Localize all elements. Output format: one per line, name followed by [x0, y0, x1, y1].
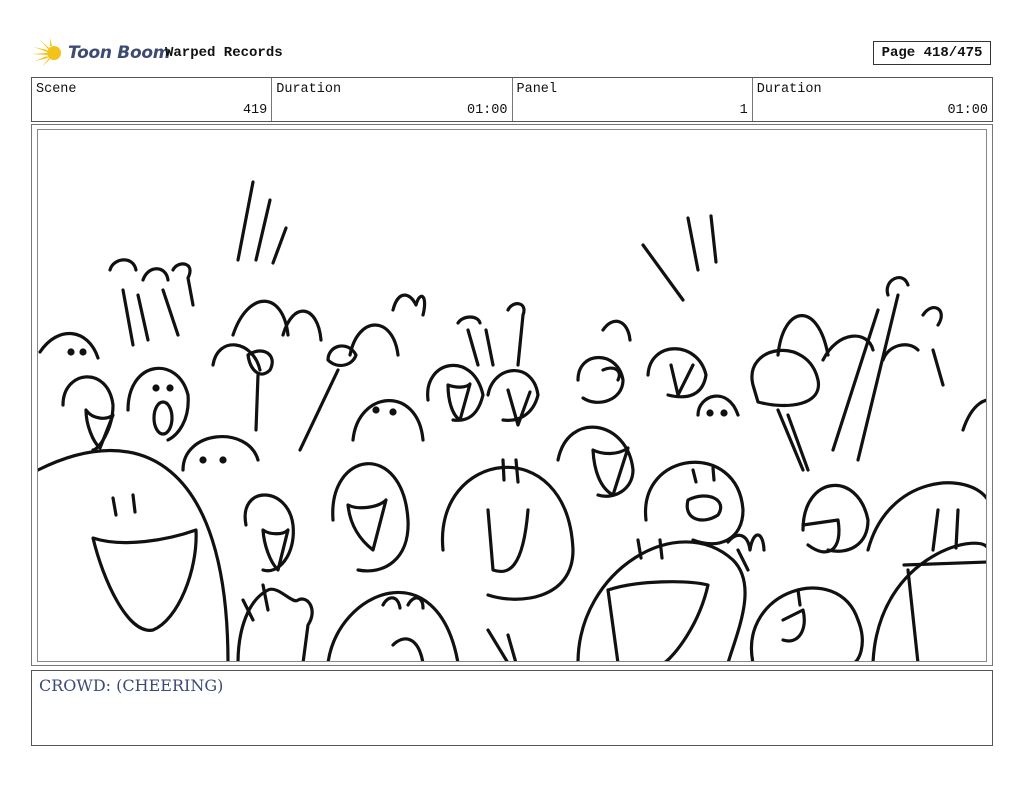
page-indicator: Page 418/475 — [873, 41, 991, 65]
panel-label: Panel — [516, 82, 558, 97]
scene-info-bar: Scene 419 Duration 01:00 Panel 1 Duratio… — [31, 77, 993, 122]
scene-value: 419 — [242, 103, 268, 118]
scene-duration-cell: Duration 01:00 — [272, 78, 513, 121]
scene-cell: Scene 419 — [32, 78, 273, 121]
dialogue-text: CROWD: (CHEERING) — [39, 676, 224, 695]
panel-cell: Panel 1 — [513, 78, 753, 121]
dialogue-box: CROWD: (CHEERING) — [31, 670, 993, 746]
logo-text: Toon Boom — [68, 43, 171, 63]
scene-duration-value: 01:00 — [466, 103, 508, 118]
panel-image — [37, 129, 987, 662]
panel-duration-cell: Duration 01:00 — [753, 78, 992, 121]
sunburst-logo-icon — [32, 38, 61, 67]
scene-label: Scene — [36, 82, 77, 97]
project-title: Warped Records — [165, 45, 283, 61]
panel-duration-label: Duration — [756, 82, 822, 97]
panel-value: 1 — [739, 103, 748, 118]
scene-duration-label: Duration — [276, 82, 342, 97]
panel-duration-value: 01:00 — [947, 103, 988, 118]
crowd-cheering-sketch — [38, 180, 986, 661]
toon-boom-logo: Toon Boom — [32, 37, 170, 69]
